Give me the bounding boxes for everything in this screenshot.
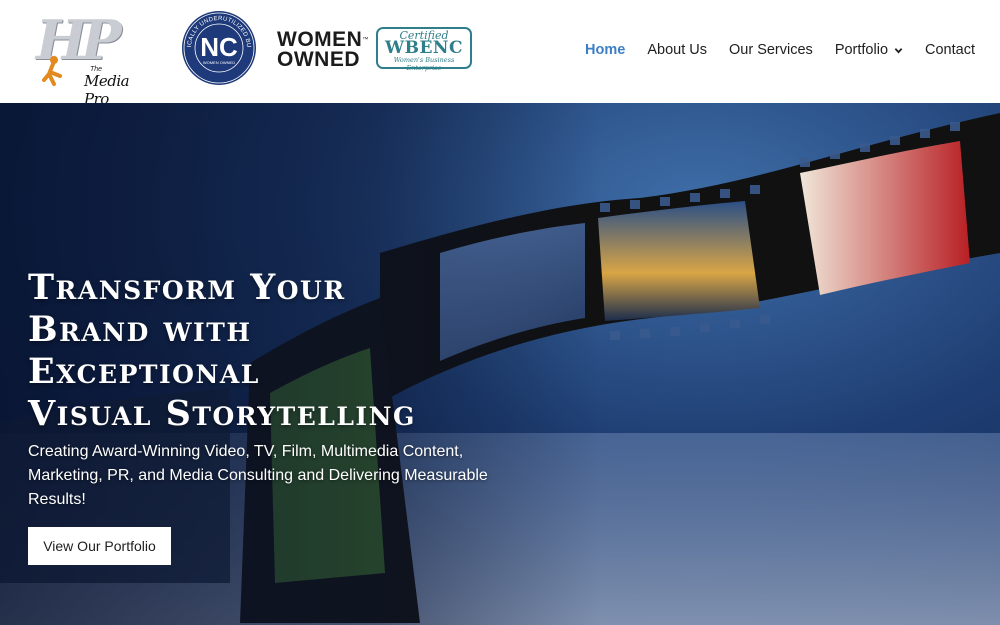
nav-home[interactable]: Home [585, 42, 625, 58]
hero-title-line-1: Transform Your [28, 267, 346, 308]
women-owned-tm: ™ [362, 37, 369, 43]
nav-portfolio-label: Portfolio [834, 42, 889, 58]
hero-title-line-3: Exceptional [28, 351, 260, 392]
nav-contact[interactable]: Contact [925, 42, 975, 58]
logo-figure-icon [42, 56, 62, 86]
hero-subtitle: Creating Award-Winning Video, TV, Film, … [28, 443, 488, 508]
hero-title-line-2: Brand with [28, 309, 252, 350]
hero-title-line-4: Visual Storytelling [28, 393, 416, 434]
nav-portfolio[interactable]: Portfolio [835, 42, 903, 58]
wbenc-name: WBENC [385, 38, 463, 58]
chevron-down-icon [894, 47, 903, 53]
wbenc-sub: Women's Business Enterprise [393, 56, 455, 72]
nc-hub-seal: HISTORICALLY UNDERUTILIZED BUSINESS NC W… [181, 10, 256, 85]
site-header: HP The Media Pro HISTORICALLY UNDERUTILI… [0, 0, 1000, 108]
seal-center-text: NC [200, 32, 238, 62]
women-owned-line2: OWNED [277, 48, 360, 71]
nav-our-services[interactable]: Our Services [729, 42, 813, 58]
media-pro-logo[interactable]: HP The Media Pro [32, 8, 142, 108]
hero-section: Transform Your Brand with Exceptional Vi… [0, 103, 1000, 625]
women-owned-badge: WOMEN™ OWNED [277, 29, 369, 71]
main-nav: Home About Us Our Services Portfolio Con… [563, 42, 975, 58]
hero-title: Transform Your Brand with Exceptional Vi… [28, 267, 588, 435]
view-portfolio-button[interactable]: View Our Portfolio [28, 527, 171, 565]
seal-bottom-text: WOMEN OWNED [203, 60, 235, 65]
nav-about-us[interactable]: About Us [647, 42, 707, 58]
wbenc-badge: Certified WBENC Women's Business Enterpr… [376, 27, 472, 72]
